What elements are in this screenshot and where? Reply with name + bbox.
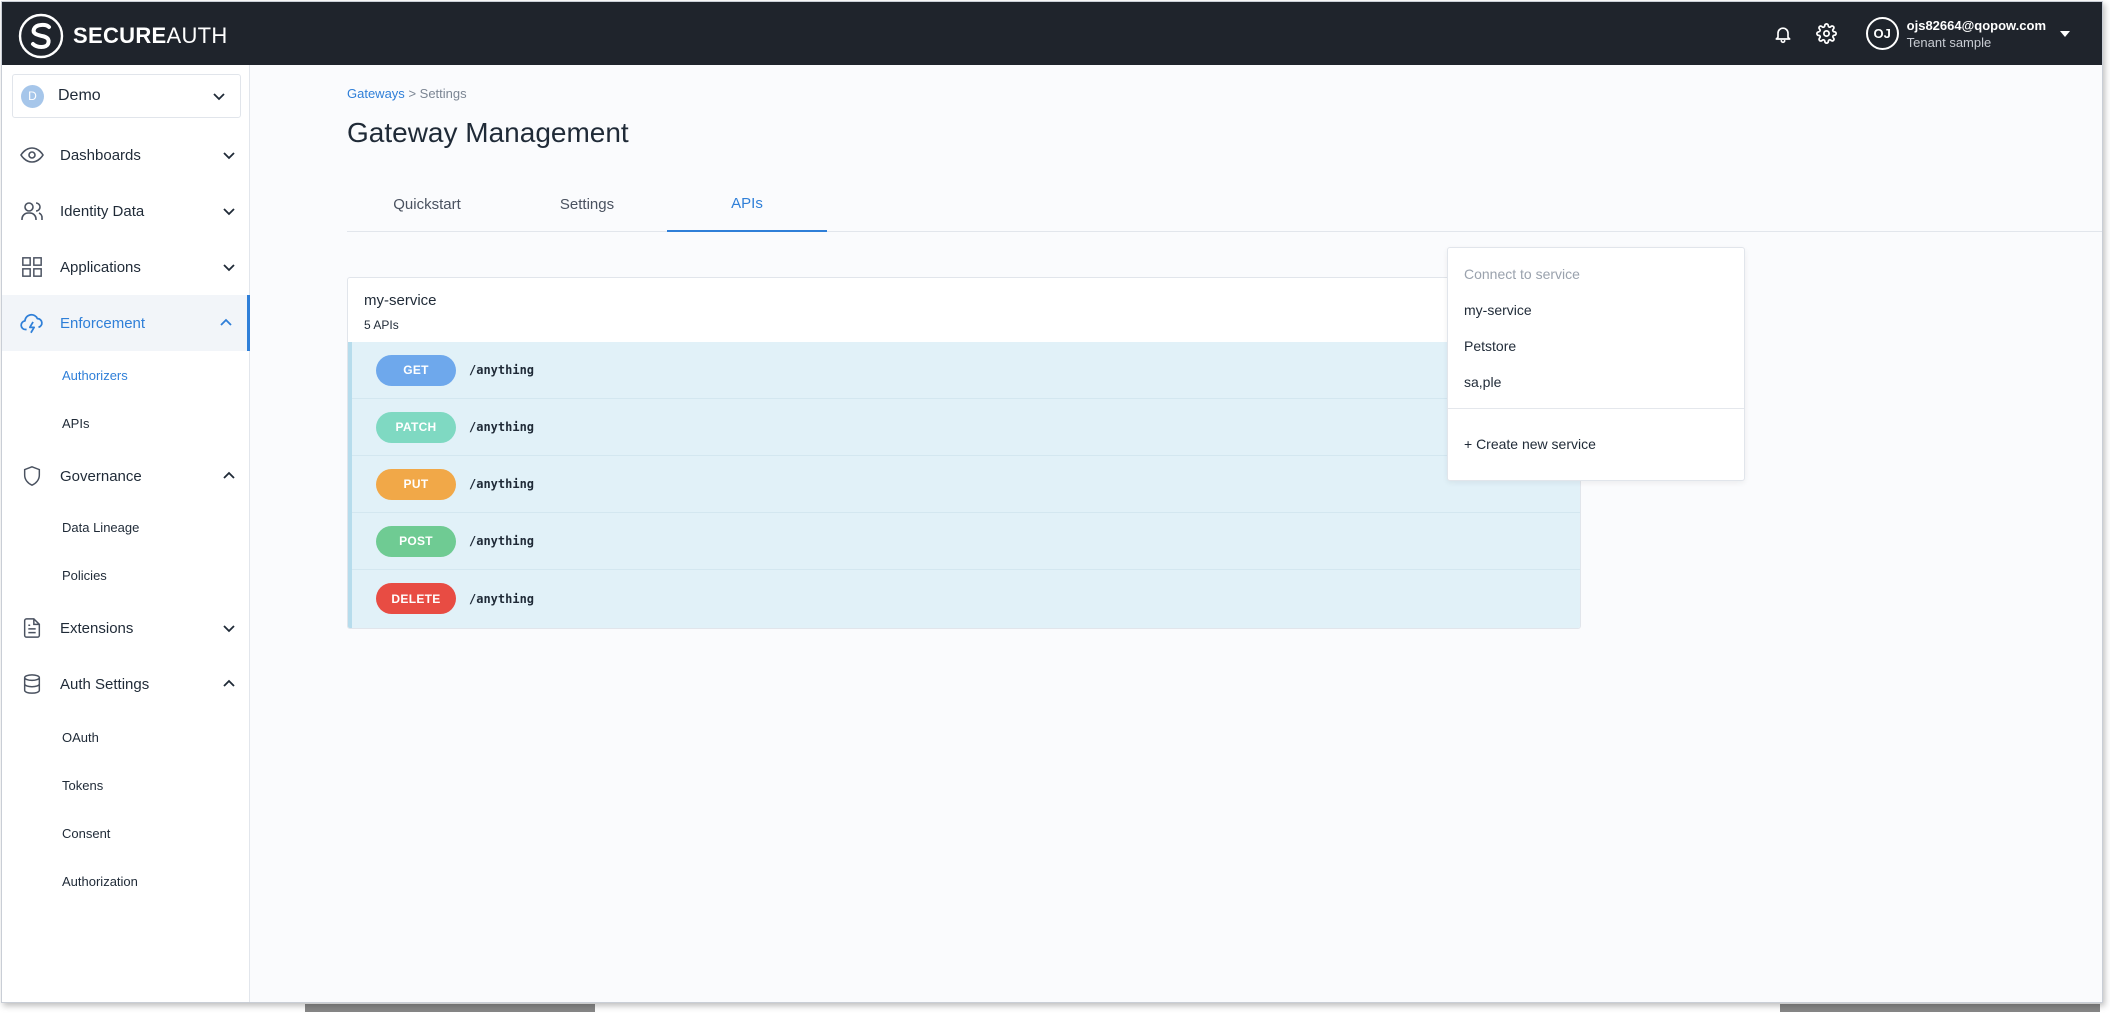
- sidebar-item-extensions[interactable]: Extensions: [2, 600, 250, 656]
- eye-icon: [19, 142, 45, 168]
- tab-apis[interactable]: APIs: [667, 177, 827, 232]
- breadcrumb-current: Settings: [419, 86, 467, 101]
- breadcrumb: Gateways > Settings: [347, 86, 467, 101]
- sidebar-subitem-data-lineage[interactable]: Data Lineage: [62, 520, 139, 535]
- shield-icon: [19, 463, 45, 489]
- main-content: Gateways > Settings Gateway Management Q…: [251, 65, 2102, 1002]
- sidebar-item-label: Auth Settings: [60, 675, 150, 693]
- method-badge-get: GET: [376, 354, 456, 386]
- sidebar-item-dashboards[interactable]: Dashboards: [2, 127, 250, 183]
- api-list: GET /anything PATCH /anything PUT /anyth…: [348, 342, 1580, 628]
- api-path: /anything: [469, 534, 535, 548]
- org-selector[interactable]: D Demo: [12, 74, 241, 118]
- org-avatar: D: [21, 84, 44, 108]
- top-bar-actions: OJ ojs82664@qopow.com Tenant sample: [1770, 2, 2102, 65]
- api-row[interactable]: POST /anything: [352, 513, 1580, 570]
- service-header[interactable]: my-service 5 APIs: [348, 278, 1580, 342]
- sidebar-subitem-apis[interactable]: APIs: [62, 416, 89, 431]
- logo[interactable]: SECUREAUTH: [18, 13, 228, 59]
- bell-icon[interactable]: [1770, 21, 1796, 47]
- dropdown-option-saple[interactable]: sa,ple: [1464, 374, 1501, 390]
- sidebar-item-label: Identity Data: [60, 202, 145, 220]
- sidebar-subitem-consent[interactable]: Consent: [62, 826, 110, 841]
- method-badge-patch: PATCH: [376, 411, 456, 443]
- sidebar-item-label: Governance: [60, 467, 142, 485]
- brand-name: SECUREAUTH: [73, 23, 228, 48]
- user-avatar[interactable]: OJ: [1865, 17, 1899, 50]
- database-icon: [19, 671, 45, 697]
- tenant-info: Tenant sample: [1906, 34, 1992, 50]
- sidebar-item-label: Dashboards: [60, 146, 141, 164]
- chevron-down-icon: [223, 625, 235, 633]
- user-email: ojs82664@qopow.com: [1906, 17, 2046, 33]
- chevron-up-icon: [223, 679, 235, 687]
- window-shadow: [1780, 1004, 2100, 1012]
- sidebar: D Demo Dashboards Identity Data Applicat…: [2, 65, 250, 1002]
- user-menu-caret-icon[interactable]: [2060, 30, 2070, 37]
- secureauth-logo-icon: [18, 13, 64, 59]
- sidebar-item-applications[interactable]: Applications: [2, 239, 250, 295]
- user-menu[interactable]: ojs82664@qopow.com Tenant sample: [1907, 18, 2046, 50]
- chevron-up-icon: [220, 318, 232, 326]
- api-row[interactable]: PATCH /anything: [352, 399, 1580, 456]
- sidebar-item-label: Applications: [60, 258, 141, 276]
- sidebar-item-auth-settings[interactable]: Auth Settings: [2, 656, 250, 712]
- api-row[interactable]: DELETE /anything: [352, 570, 1580, 627]
- sidebar-item-identity-data[interactable]: Identity Data: [2, 183, 250, 239]
- tab-bar: Quickstart Settings APIs: [347, 177, 2102, 232]
- sidebar-subitem-policies[interactable]: Policies: [62, 568, 107, 583]
- sidebar-item-label: Enforcement: [60, 314, 146, 332]
- users-icon: [19, 198, 45, 224]
- document-icon: [19, 615, 45, 641]
- api-row[interactable]: PUT /anything: [352, 456, 1580, 513]
- dropdown-option-petstore[interactable]: Petstore: [1464, 338, 1516, 354]
- cloud-lightning-icon: [19, 310, 45, 336]
- api-path: /anything: [469, 477, 535, 491]
- chevron-down-icon: [213, 93, 225, 101]
- sidebar-item-label: Extensions: [60, 619, 134, 637]
- gear-icon[interactable]: [1814, 21, 1840, 47]
- top-bar: SECUREAUTH OJ ojs82664@qopow.com Tenant …: [2, 2, 2102, 65]
- chevron-down-icon: [223, 264, 235, 272]
- chevron-up-icon: [223, 471, 235, 479]
- chevron-down-icon: [223, 208, 235, 216]
- sidebar-subitem-oauth[interactable]: OAuth: [62, 730, 99, 745]
- breadcrumb-gateways-link[interactable]: Gateways: [347, 86, 405, 101]
- window-shadow: [305, 1004, 595, 1012]
- chevron-down-icon: [223, 152, 235, 160]
- sidebar-item-governance[interactable]: Governance: [2, 448, 250, 504]
- grid-icon: [19, 254, 45, 280]
- connect-service-dropdown: Connect to service my-service Petstore s…: [1447, 247, 1745, 481]
- tab-settings[interactable]: Settings: [507, 177, 667, 232]
- method-badge-put: PUT: [376, 468, 456, 500]
- dropdown-header: Connect to service: [1464, 266, 1580, 282]
- sidebar-subitem-tokens[interactable]: Tokens: [62, 778, 103, 793]
- create-new-service-button[interactable]: + Create new service: [1464, 436, 1596, 452]
- breadcrumb-separator: >: [408, 86, 417, 101]
- sidebar-subitem-authorization[interactable]: Authorization: [62, 874, 138, 889]
- tab-quickstart[interactable]: Quickstart: [347, 177, 507, 232]
- service-card: my-service 5 APIs GET /anything PATCH /a…: [347, 277, 1581, 629]
- method-badge-post: POST: [376, 525, 456, 557]
- dropdown-divider: [1448, 408, 1744, 409]
- sidebar-item-enforcement[interactable]: Enforcement: [2, 295, 250, 351]
- api-path: /anything: [469, 591, 535, 606]
- service-api-count: 5 APIs: [364, 318, 399, 332]
- service-name: my-service: [364, 292, 437, 309]
- api-path: /anything: [469, 363, 535, 377]
- sidebar-subitem-authorizers[interactable]: Authorizers: [62, 368, 128, 383]
- page-title: Gateway Management: [347, 117, 629, 148]
- api-path: /anything: [469, 420, 535, 434]
- method-badge-delete: DELETE: [376, 583, 456, 614]
- api-row[interactable]: GET /anything: [352, 342, 1580, 399]
- dropdown-option-my-service[interactable]: my-service: [1464, 302, 1532, 318]
- org-name: Demo: [58, 87, 101, 104]
- app-window: SECUREAUTH OJ ojs82664@qopow.com Tenant …: [1, 1, 2103, 1003]
